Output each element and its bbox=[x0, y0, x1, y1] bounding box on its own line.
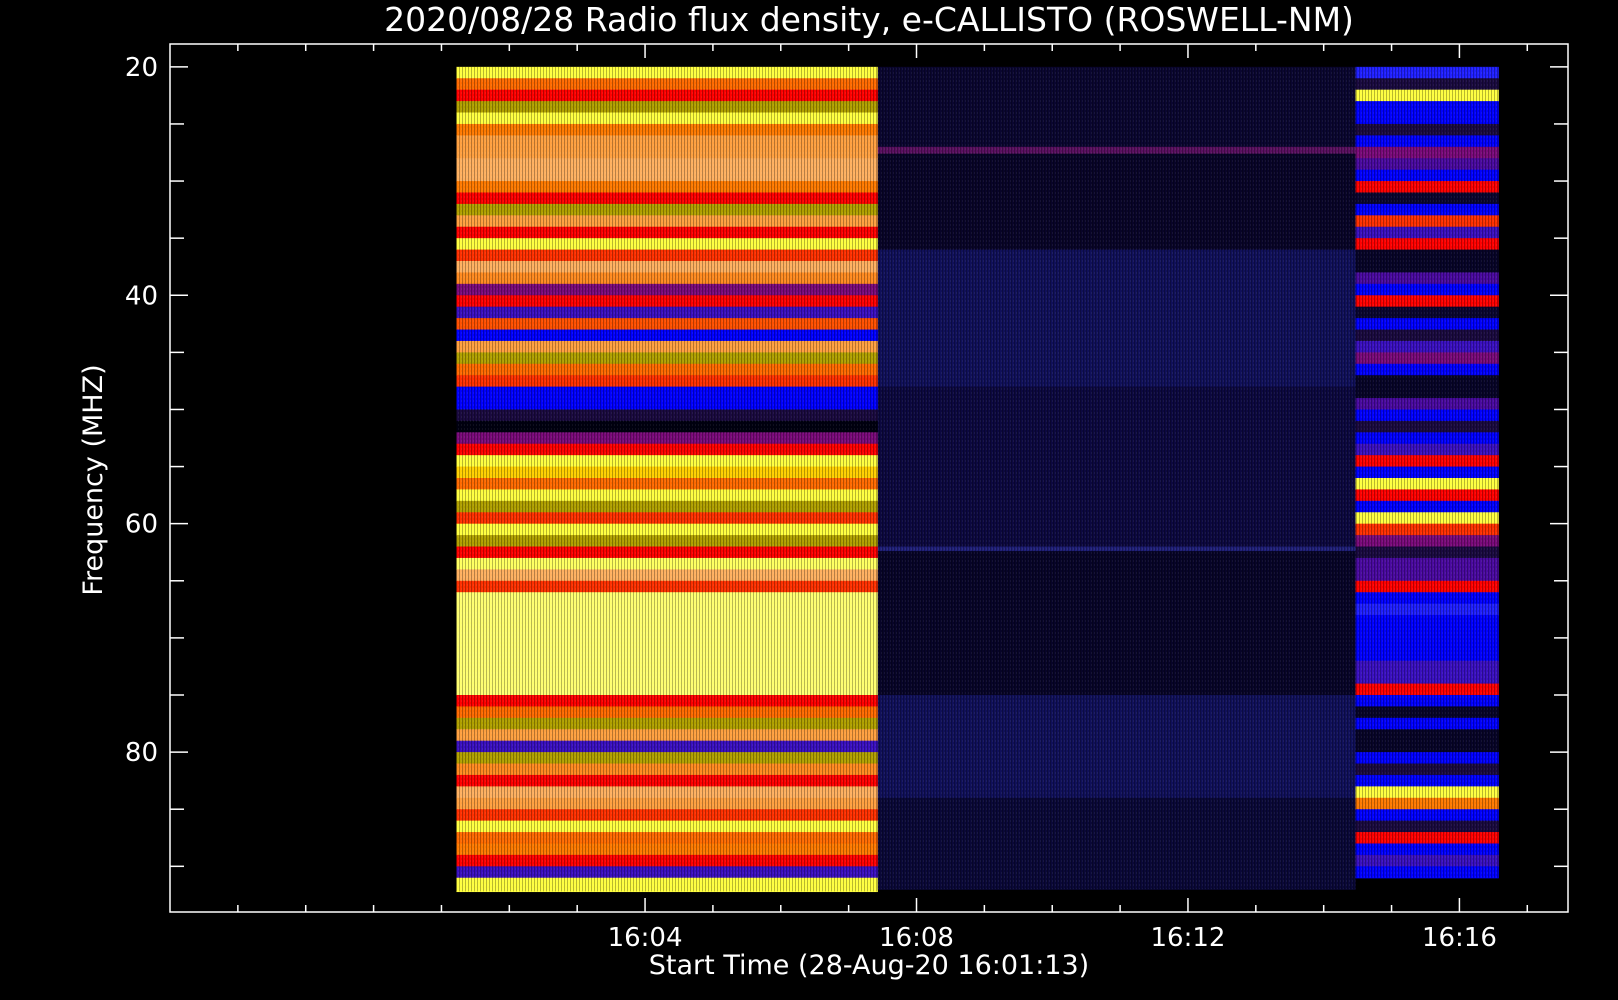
y-tick-label: 60 bbox=[125, 510, 158, 540]
spectrogram-chart: 16:04 16:08 16:12 16:16 20 40 60 80 2020/08/28 … bbox=[0, 0, 1618, 1000]
x-tick-label: 16:12 bbox=[1150, 923, 1225, 953]
chart-title: 2020/08/28 Radio flux density, e-CALLIST… bbox=[384, 0, 1354, 39]
block-texture bbox=[877, 66, 1356, 890]
x-tick-label: 16:16 bbox=[1422, 923, 1497, 953]
y-tick-label: 80 bbox=[125, 738, 158, 768]
x-tick-label: 16:04 bbox=[608, 923, 683, 953]
block-texture bbox=[456, 66, 878, 892]
y-axis-label: Frequency (MHZ) bbox=[78, 364, 109, 595]
y-tick-label: 40 bbox=[125, 281, 158, 311]
x-axis-label: Start Time (28-Aug-20 16:01:13) bbox=[649, 950, 1089, 981]
y-tick-label: 20 bbox=[125, 53, 158, 83]
x-tick-label: 16:08 bbox=[879, 923, 954, 953]
block-texture bbox=[1355, 66, 1499, 878]
spectrogram-texture bbox=[456, 66, 1499, 892]
